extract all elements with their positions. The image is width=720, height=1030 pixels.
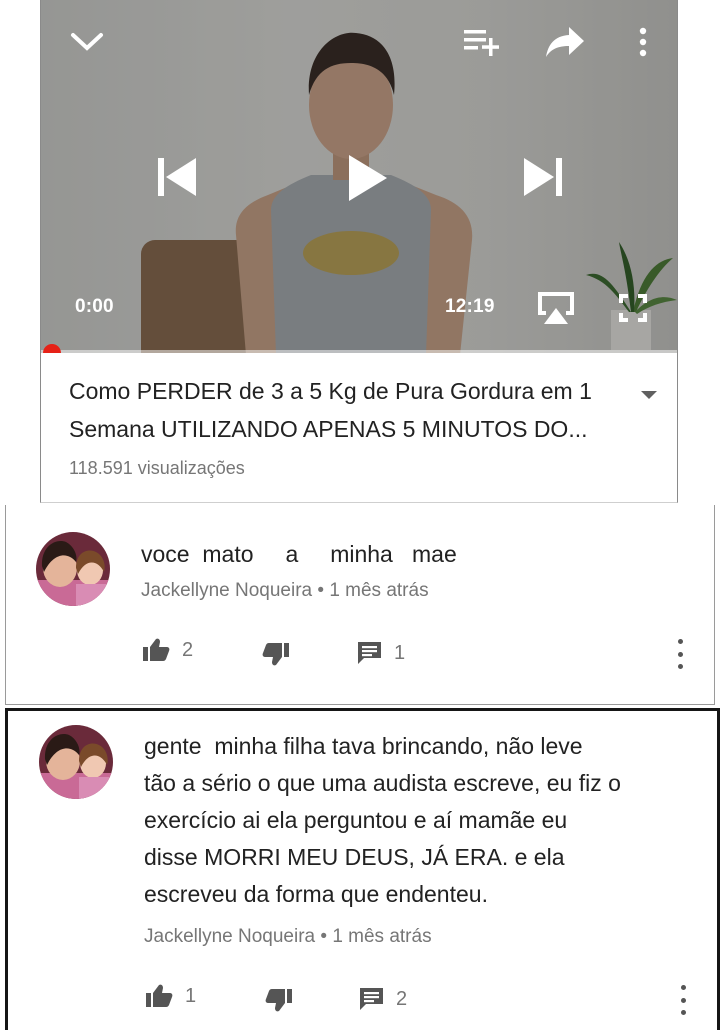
comment-meta: Jackellyne Noqueira • 1 mês atrás bbox=[144, 926, 432, 948]
thumbs-up-icon bbox=[143, 638, 170, 661]
comment-icon bbox=[358, 642, 381, 664]
airplay-icon[interactable] bbox=[535, 288, 577, 328]
play-icon[interactable] bbox=[337, 150, 393, 206]
view-count: 118.591 visualizações bbox=[69, 458, 245, 478]
reply-count: 1 bbox=[394, 641, 406, 664]
more-vert-icon[interactable] bbox=[633, 24, 653, 60]
meta-separator: • bbox=[317, 580, 325, 601]
share-icon[interactable] bbox=[544, 22, 586, 62]
like-count: 1 bbox=[185, 984, 197, 1007]
video-player[interactable]: 0:00 12:19 bbox=[41, 0, 677, 353]
video-title-line-1: Como PERDER de 3 a 5 Kg de Pura Gordura … bbox=[69, 378, 592, 404]
reply-button[interactable]: 1 bbox=[357, 641, 405, 665]
comment-more-icon[interactable] bbox=[673, 985, 693, 1015]
comment-line-5: escreveu da forma que endenteu. bbox=[144, 881, 488, 907]
like-button[interactable]: 1 bbox=[145, 984, 196, 1008]
comment-line-2: tão a sério o que uma audista escreve, e… bbox=[144, 770, 621, 796]
avatar[interactable] bbox=[36, 532, 110, 606]
reply-button[interactable]: 2 bbox=[359, 987, 407, 1011]
expand-description-icon[interactable] bbox=[639, 388, 659, 408]
like-button[interactable]: 2 bbox=[142, 638, 193, 662]
comment-meta: Jackellyne Noqueira • 1 mês atrás bbox=[141, 580, 429, 602]
meta-separator: • bbox=[320, 926, 328, 947]
thumbs-down-icon bbox=[265, 989, 292, 1012]
thumbs-down-icon bbox=[262, 643, 289, 666]
comment-line-1: gente minha filha tava brincando, não le… bbox=[144, 733, 583, 759]
current-time: 0:00 bbox=[75, 296, 114, 317]
comment-text: voce mato a minha mae bbox=[141, 541, 457, 567]
like-count: 2 bbox=[182, 638, 194, 661]
comment-line-3: exercício ai ela perguntou e aí mamãe eu bbox=[144, 807, 568, 833]
chevron-down-icon[interactable] bbox=[69, 24, 105, 60]
progress-bar[interactable] bbox=[41, 350, 677, 353]
playlist-add-icon[interactable] bbox=[461, 24, 503, 60]
thumbs-up-icon bbox=[146, 984, 173, 1007]
video-info: Como PERDER de 3 a 5 Kg de Pura Gordura … bbox=[69, 372, 629, 479]
fullscreen-icon[interactable] bbox=[615, 290, 651, 326]
duration: 12:19 bbox=[445, 296, 495, 317]
comment-icon bbox=[360, 988, 383, 1010]
reply-count: 2 bbox=[396, 987, 408, 1010]
comment-author[interactable]: Jackellyne Noqueira bbox=[141, 580, 312, 601]
skip-previous-icon[interactable] bbox=[151, 152, 201, 202]
video-card: 0:00 12:19 Como PERDER de 3 a 5 Kg de Pu… bbox=[40, 0, 678, 503]
video-title-line-2: Semana UTILIZANDO APENAS 5 MINUTOS DO... bbox=[69, 416, 588, 442]
video-title[interactable]: Como PERDER de 3 a 5 Kg de Pura Gordura … bbox=[69, 372, 629, 448]
comment-text: gente minha filha tava brincando, não le… bbox=[144, 728, 621, 913]
skip-next-icon[interactable] bbox=[519, 152, 569, 202]
comment-line-4: disse MORRI MEU DEUS, JÁ ERA. e ela bbox=[144, 844, 565, 870]
comment-1: voce mato a minha mae Jackellyne Noqueir… bbox=[5, 505, 715, 705]
avatar[interactable] bbox=[39, 725, 113, 799]
comment-time: 1 mês atrás bbox=[332, 926, 432, 947]
comment-more-icon[interactable] bbox=[670, 639, 690, 669]
comment-time: 1 mês atrás bbox=[329, 580, 429, 601]
comment-author[interactable]: Jackellyne Noqueira bbox=[144, 926, 315, 947]
comment-2: gente minha filha tava brincando, não le… bbox=[5, 708, 720, 1030]
dislike-button[interactable] bbox=[262, 642, 290, 666]
dislike-button[interactable] bbox=[265, 988, 293, 1012]
